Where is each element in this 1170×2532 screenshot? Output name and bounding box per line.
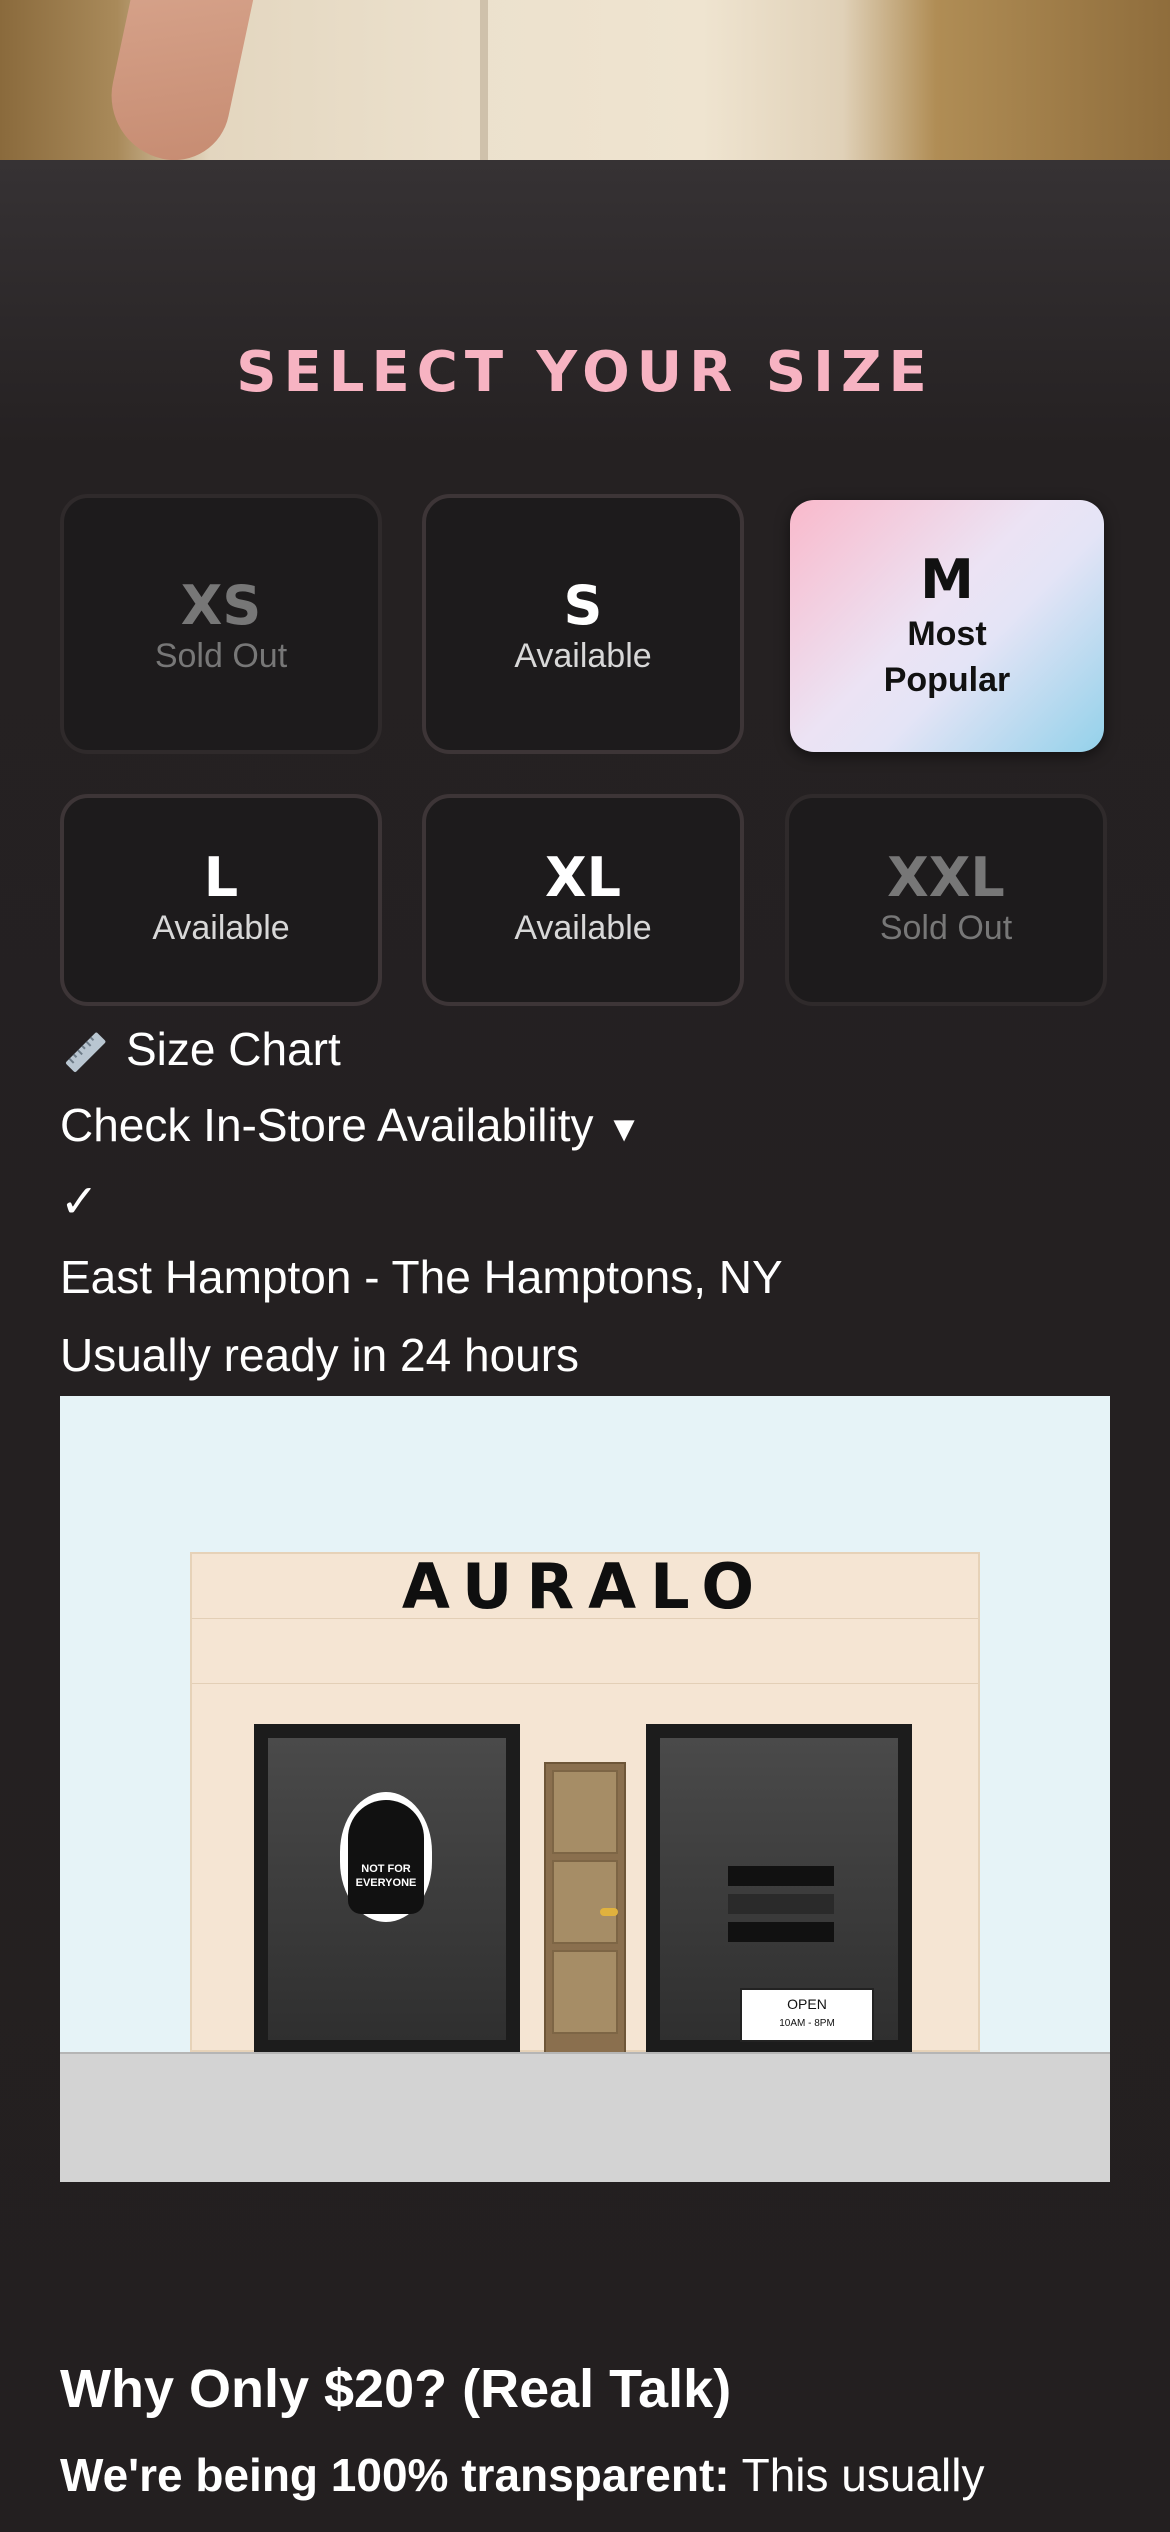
size-code: XS bbox=[180, 574, 262, 637]
window-pane: NOT FOR EVERYONE bbox=[268, 1738, 506, 2040]
checkmark-icon: ✓ bbox=[60, 1175, 99, 1227]
size-status: Available bbox=[514, 909, 652, 947]
size-chart-label: Size Chart bbox=[126, 1023, 341, 1075]
size-code: XL bbox=[544, 846, 622, 909]
store-door bbox=[544, 1762, 626, 2054]
product-hero-image bbox=[0, 0, 1170, 160]
size-status: Available bbox=[152, 909, 290, 947]
right-display-window: OPEN 10AM - 8PM bbox=[646, 1724, 912, 2054]
model-hand bbox=[99, 0, 257, 160]
size-status: Sold Out bbox=[879, 909, 1013, 947]
storefront-illustration: AURALO NOT FOR EVERYONE OPEN 10AM - 8PM bbox=[60, 1396, 1110, 2182]
store-hours: 10AM - 8PM bbox=[779, 2018, 835, 2029]
why-price-heading: Why Only $20? (Real Talk) bbox=[60, 2359, 732, 2419]
size-option-xxl[interactable]: XXL Sold Out bbox=[785, 794, 1107, 1006]
left-display-window: NOT FOR EVERYONE bbox=[254, 1724, 520, 2054]
poster-text: NOT FOR EVERYONE bbox=[348, 1800, 424, 1914]
ruler-icon bbox=[66, 1032, 106, 1072]
transparency-paragraph: We're being 100% transparent: This usual… bbox=[60, 2448, 984, 2502]
size-code: M bbox=[920, 548, 974, 611]
size-code: XXL bbox=[887, 846, 1005, 909]
door-panel bbox=[552, 1860, 618, 1944]
pants-fold bbox=[480, 0, 488, 160]
open-hours-sign: OPEN 10AM - 8PM bbox=[740, 1988, 874, 2042]
size-code: L bbox=[203, 846, 239, 909]
facade-band bbox=[192, 1618, 978, 1684]
door-panel bbox=[552, 1770, 618, 1854]
size-status: Available bbox=[514, 637, 652, 675]
size-status: Sold Out bbox=[154, 637, 288, 675]
pickup-ready-time: Usually ready in 24 hours bbox=[60, 1329, 580, 1381]
window-pane: OPEN 10AM - 8PM bbox=[660, 1738, 898, 2042]
size-status: Most Popular bbox=[883, 615, 1011, 699]
size-section-title: SELECT YOUR SIZE bbox=[236, 340, 934, 405]
size-option-l[interactable]: L Available bbox=[60, 794, 382, 1006]
size-option-xl[interactable]: XL Available bbox=[422, 794, 744, 1006]
shelf-bars bbox=[728, 1866, 834, 1950]
size-option-m[interactable]: M Most Popular bbox=[790, 500, 1104, 752]
store-sign: AURALO bbox=[401, 1550, 769, 1623]
door-panel bbox=[552, 1950, 618, 2034]
transparency-lead: We're being 100% transparent: bbox=[60, 2449, 730, 2501]
door-knob bbox=[600, 1908, 618, 1916]
poster-line-2: EVERYONE bbox=[355, 1877, 417, 1889]
store-location: East Hampton - The Hamptons, NY bbox=[60, 1251, 783, 1303]
size-option-s[interactable]: S Available bbox=[422, 494, 744, 754]
dropdown-arrow-icon: ▼ bbox=[606, 1108, 642, 1149]
check-store-toggle[interactable]: Check In-Store Availability ▼ bbox=[60, 1098, 642, 1152]
check-store-label: Check In-Store Availability bbox=[60, 1099, 594, 1151]
sidewalk bbox=[60, 2052, 1110, 2182]
open-label: OPEN bbox=[787, 1996, 827, 2012]
size-chart-link[interactable]: Size Chart bbox=[60, 1022, 341, 1078]
transparency-text: This usually bbox=[729, 2449, 985, 2501]
size-code: S bbox=[563, 574, 603, 637]
hoodie-poster: NOT FOR EVERYONE bbox=[340, 1792, 432, 1922]
store-facade: AURALO NOT FOR EVERYONE OPEN 10AM - 8PM bbox=[190, 1550, 980, 2054]
poster-line-1: NOT FOR bbox=[361, 1863, 411, 1875]
size-option-xs[interactable]: XS Sold Out bbox=[60, 494, 382, 754]
